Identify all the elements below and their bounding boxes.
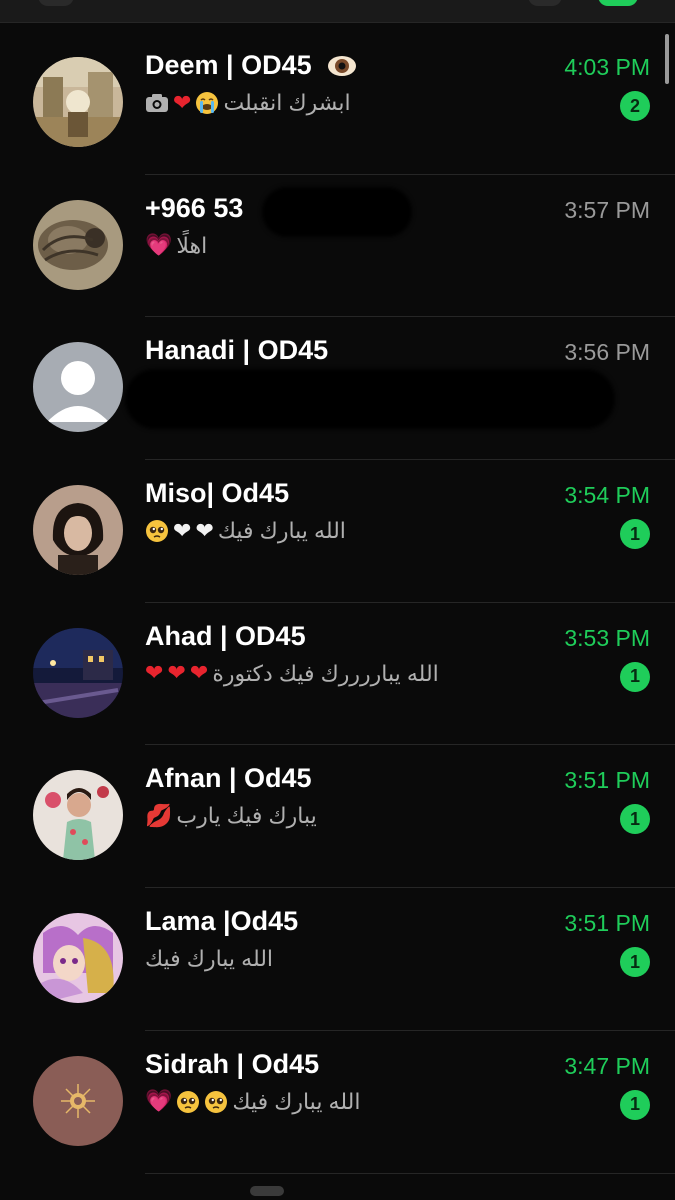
chat-name: Afnan | Od45 bbox=[145, 763, 312, 794]
camera-icon bbox=[146, 94, 168, 112]
redaction-mark bbox=[262, 186, 412, 237]
unread-badge: 1 bbox=[620, 661, 650, 692]
red-heart-emoji-icon: ❤ bbox=[145, 661, 164, 687]
redaction-mark bbox=[125, 369, 615, 430]
chat-row[interactable]: Sidrah | Od45 3:47 PM 💗 الله يبارك فيك 1 bbox=[0, 1031, 675, 1174]
chat-time: 3:47 PM bbox=[564, 1052, 650, 1079]
crying-face-emoji-icon bbox=[196, 92, 219, 114]
bottom-tab-hint[interactable] bbox=[250, 1186, 284, 1196]
avatar bbox=[33, 627, 123, 718]
chat-row[interactable]: Afnan | Od45 3:51 PM 💋 يبارك فيك يارب 1 bbox=[0, 745, 675, 889]
chat-preview: 💗 الله يبارك فيك bbox=[145, 1089, 360, 1115]
chat-name-text: Deem | OD45 bbox=[145, 50, 312, 80]
avatar bbox=[33, 199, 123, 290]
chat-row[interactable]: Lama |Od45 3:51 PM الله يبارك فيك 1 bbox=[0, 888, 675, 1031]
unread-badge: 1 bbox=[620, 1089, 650, 1120]
chat-time: 3:57 PM bbox=[564, 196, 650, 223]
chat-name: Ahad | OD45 bbox=[145, 620, 306, 651]
chat-time: 4:03 PM bbox=[564, 54, 650, 80]
chat-name: Lama |Od45 bbox=[145, 906, 299, 937]
preview-text: يبارك فيك يارب bbox=[176, 803, 317, 829]
chat-list: Deem | OD45 4:03 PM ❤ ابشرك انقبلت 2 +96… bbox=[0, 32, 675, 1174]
red-heart-emoji-icon: ❤ bbox=[189, 661, 209, 687]
chat-row[interactable]: +966 53 3:57 PM 💗 اهلًا bbox=[0, 175, 675, 318]
chat-preview: ❤ ❤ ❤ الله يباررررك فيك دكتورة bbox=[145, 661, 439, 687]
unread-badge: 1 bbox=[620, 804, 650, 835]
avatar bbox=[33, 913, 123, 1004]
chat-name: Sidrah | Od45 bbox=[145, 1048, 320, 1079]
chat-time: 3:56 PM bbox=[564, 339, 650, 366]
chat-row[interactable]: Deem | OD45 4:03 PM ❤ ابشرك انقبلت 2 bbox=[0, 32, 675, 175]
eye-emoji-icon bbox=[328, 56, 357, 76]
chat-name: +966 53 bbox=[145, 192, 244, 223]
chat-preview: 💗 اهلًا bbox=[145, 233, 207, 259]
avatar bbox=[33, 485, 123, 576]
pleading-face-emoji-icon bbox=[205, 1090, 228, 1113]
chat-name: Miso| Od45 bbox=[145, 478, 290, 509]
chat-time: 3:53 PM bbox=[564, 624, 650, 651]
chat-time: 3:51 PM bbox=[564, 767, 650, 794]
chat-preview: ❤ ابشرك انقبلت bbox=[145, 90, 351, 116]
pleading-face-emoji-icon bbox=[146, 520, 168, 543]
new-chat-button[interactable] bbox=[598, 0, 638, 6]
camera-button[interactable] bbox=[528, 0, 562, 6]
preview-text: الله يبارك فيك bbox=[217, 518, 346, 544]
top-app-bar bbox=[0, 0, 675, 23]
red-heart-emoji-icon: ❤ bbox=[173, 90, 192, 116]
avatar bbox=[33, 770, 123, 861]
chat-name: Deem | OD45 bbox=[145, 50, 357, 81]
chat-name: Hanadi | OD45 bbox=[145, 335, 329, 366]
pink-heart-emoji-icon: 💗 bbox=[145, 1089, 173, 1115]
kiss-mark-emoji-icon: 💋 bbox=[145, 803, 173, 829]
back-button[interactable] bbox=[38, 0, 74, 6]
unread-badge: 2 bbox=[620, 91, 650, 121]
avatar bbox=[33, 57, 123, 147]
default-user-icon bbox=[33, 342, 123, 433]
bottom-tab-bar bbox=[0, 1186, 675, 1200]
chat-row[interactable]: Hanadi | OD45 3:56 PM bbox=[0, 317, 675, 461]
chat-row[interactable]: Ahad | OD45 3:53 PM ❤ ❤ ❤ الله يباررررك … bbox=[0, 603, 675, 746]
chat-preview: ❤ ❤ الله يبارك فيك bbox=[145, 518, 346, 544]
preview-text: اهلًا bbox=[176, 232, 208, 258]
chat-row[interactable]: Miso| Od45 3:54 PM ❤ ❤ الله يبارك فيك 1 bbox=[0, 460, 675, 603]
pleading-face-emoji-icon bbox=[177, 1090, 200, 1113]
preview-text: الله يباررررك فيك دكتورة bbox=[212, 660, 439, 686]
chat-time: 3:54 PM bbox=[564, 482, 650, 509]
divider bbox=[145, 1172, 675, 1174]
unread-badge: 1 bbox=[620, 519, 650, 550]
avatar bbox=[33, 1055, 123, 1146]
preview-text: الله يبارك فيك bbox=[145, 946, 274, 972]
preview-text: الله يبارك فيك bbox=[232, 1088, 361, 1114]
white-heart-emoji-icon: ❤ bbox=[173, 518, 192, 544]
avatar bbox=[33, 342, 123, 433]
preview-text: ابشرك انقبلت bbox=[223, 90, 351, 115]
chat-preview: 💋 يبارك فيك يارب bbox=[145, 803, 317, 829]
unread-badge: 1 bbox=[620, 947, 650, 978]
pink-heart-emoji-icon: 💗 bbox=[145, 233, 173, 259]
chat-preview: الله يبارك فيك bbox=[145, 946, 273, 972]
red-heart-emoji-icon: ❤ bbox=[167, 661, 186, 687]
white-heart-emoji-icon: ❤ bbox=[195, 518, 214, 544]
chat-time: 3:51 PM bbox=[564, 910, 650, 937]
